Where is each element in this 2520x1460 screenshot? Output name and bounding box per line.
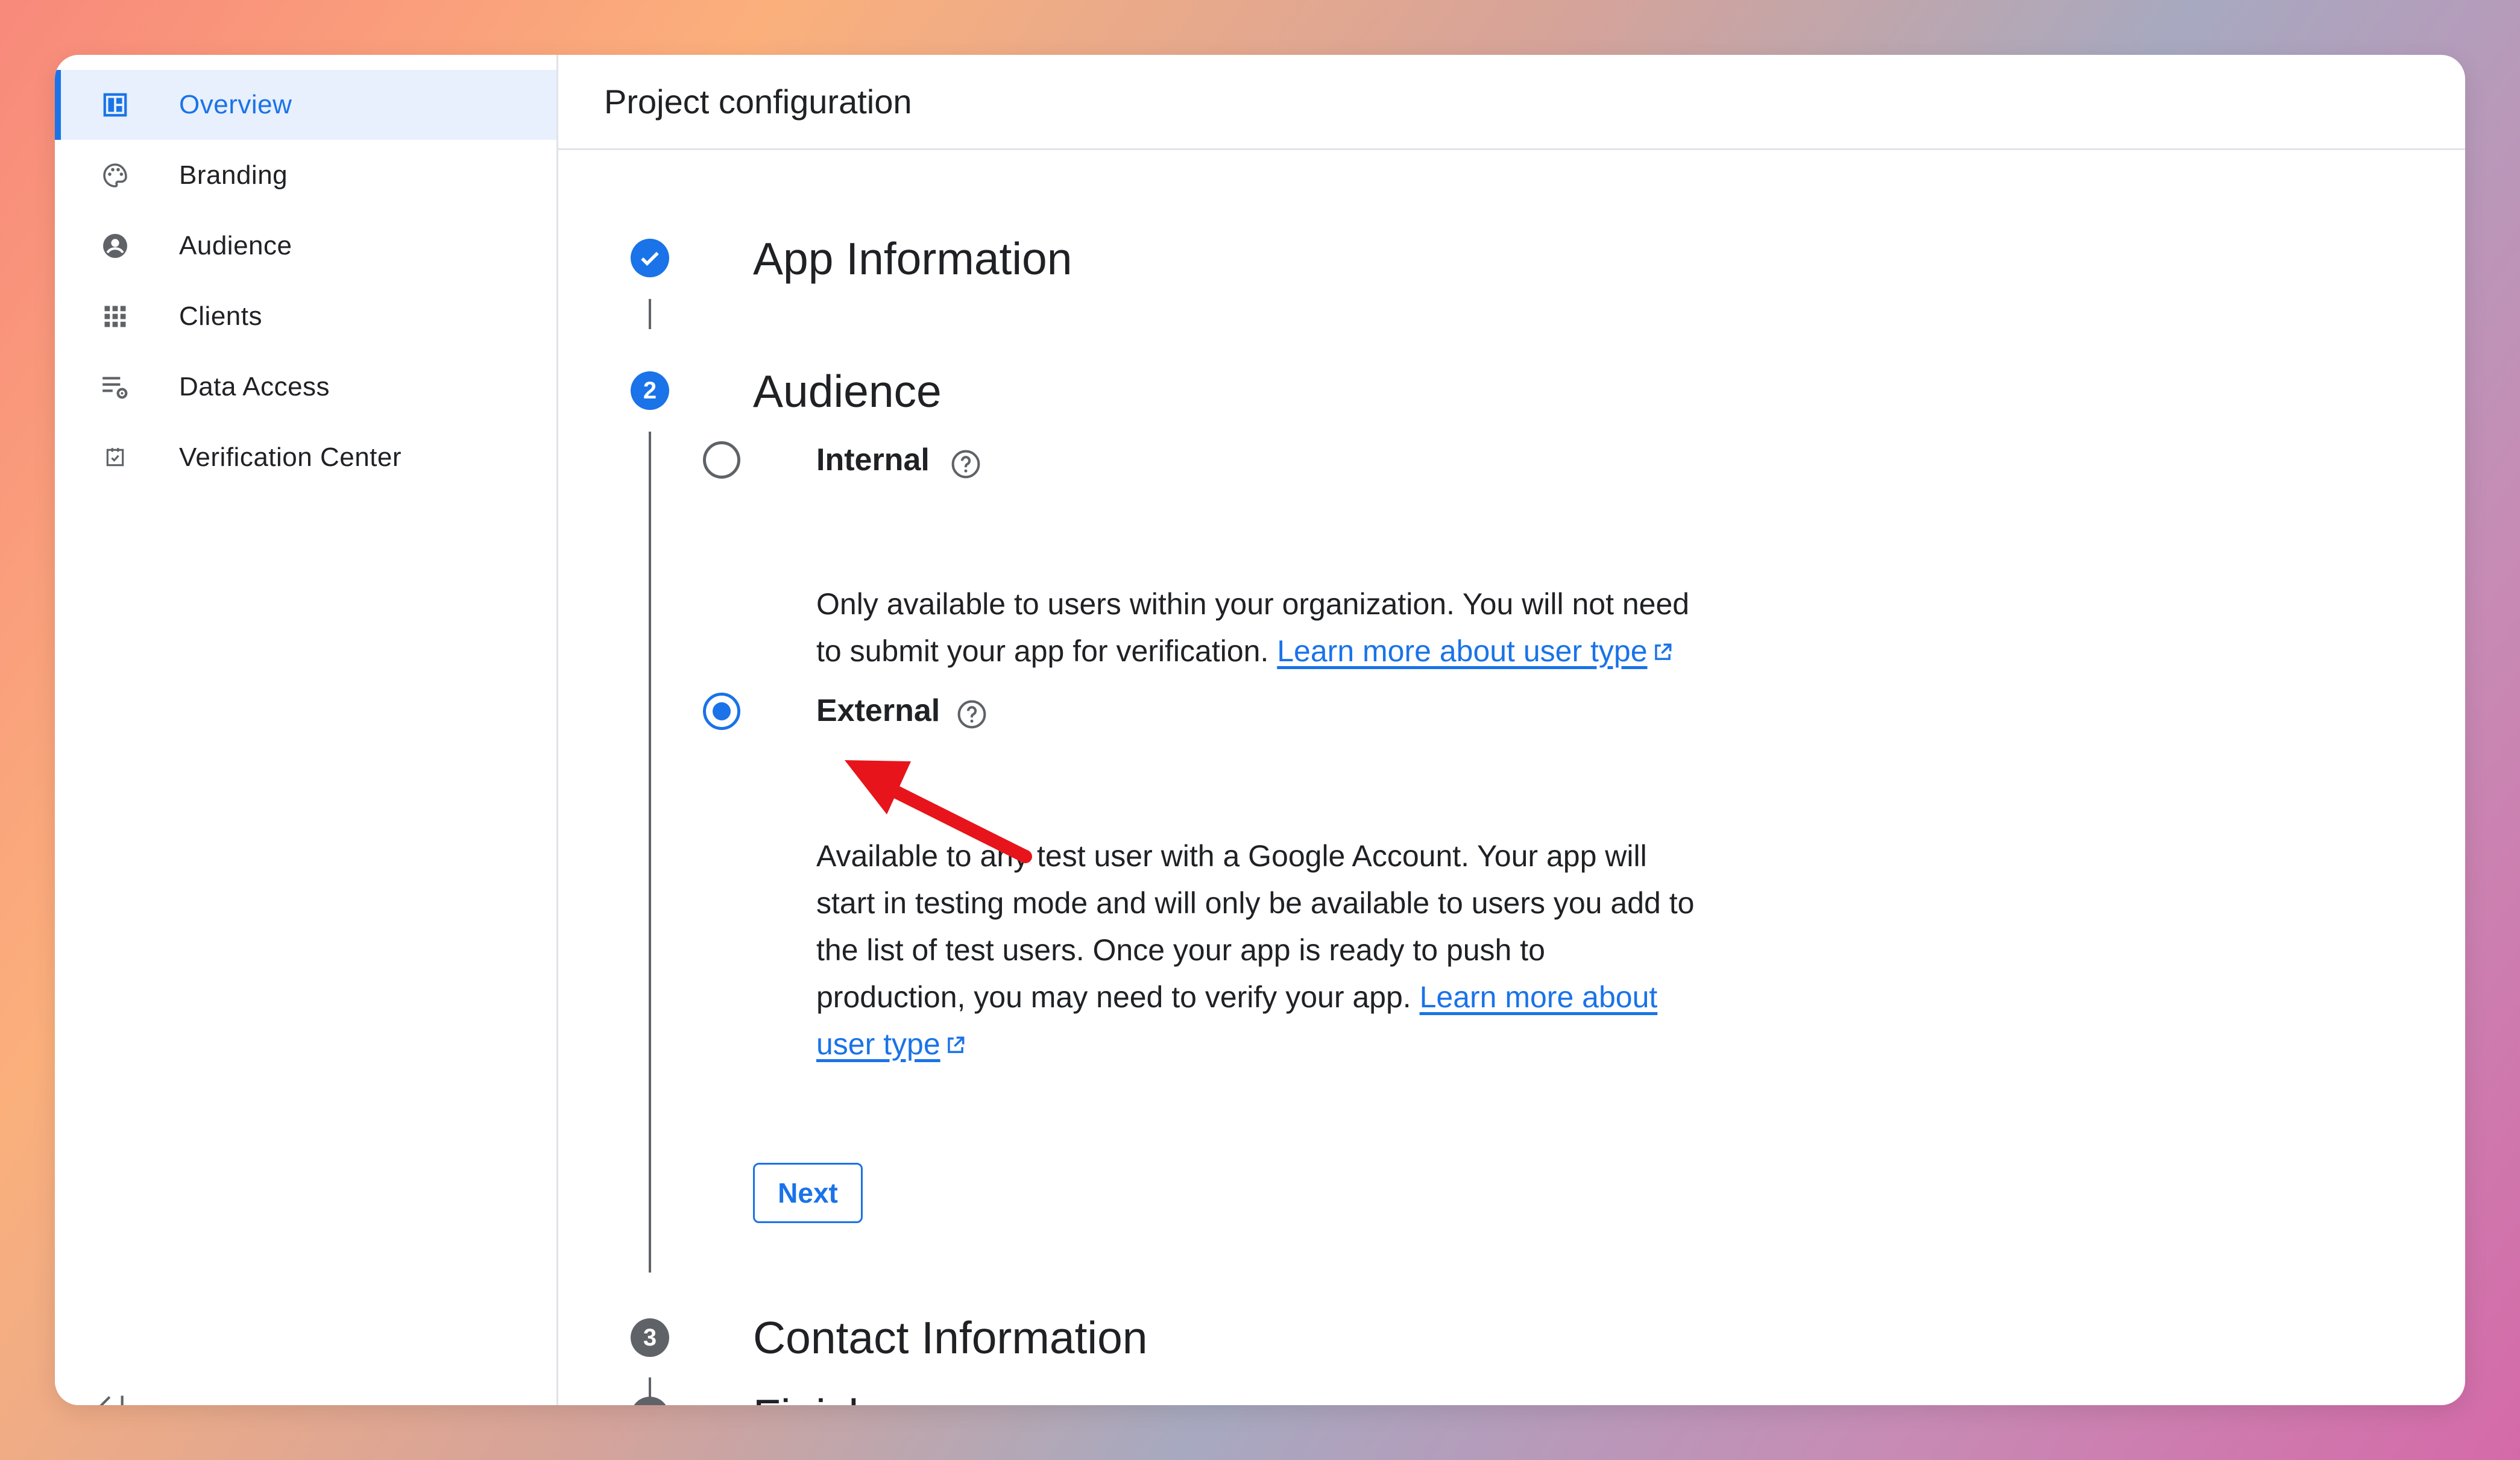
dashboard-icon	[100, 90, 130, 120]
step-number-badge: 2	[631, 371, 669, 410]
sidebar-item-label: Verification Center	[179, 442, 402, 472]
step-title-contact-information[interactable]: Contact Information	[753, 1312, 1148, 1364]
step-title-audience[interactable]: Audience	[753, 365, 942, 417]
learn-more-link[interactable]: Learn more about user type	[1277, 634, 1674, 668]
page-header: Project configuration	[558, 55, 2465, 150]
help-icon[interactable]	[950, 448, 982, 480]
sidebar: Overview Branding Audience Clients Data …	[55, 55, 558, 1405]
internal-description: Only available to users within your orga…	[816, 581, 1696, 675]
verified-check-icon	[100, 442, 130, 473]
next-button[interactable]: Next	[753, 1163, 863, 1223]
step-number-badge: 4	[631, 1397, 669, 1405]
external-link-icon	[1651, 630, 1674, 660]
app-window: Overview Branding Audience Clients Data …	[55, 55, 2465, 1405]
external-link-icon	[944, 1023, 967, 1053]
sidebar-item-label: Overview	[179, 90, 292, 119]
sidebar-item-overview[interactable]: Overview	[55, 70, 556, 140]
sidebar-item-data-access[interactable]: Data Access	[55, 352, 556, 422]
internal-label[interactable]: Internal	[816, 442, 930, 478]
collapse-sidebar-icon[interactable]	[97, 1391, 127, 1405]
sidebar-item-label: Branding	[179, 160, 288, 190]
step-title-finish[interactable]: Finish	[753, 1389, 874, 1405]
step-title-app-information[interactable]: App Information	[753, 233, 1072, 285]
internal-radio[interactable]	[703, 441, 740, 479]
external-radio[interactable]	[703, 693, 740, 730]
sidebar-item-label: Audience	[179, 231, 292, 260]
step-number-badge: 3	[631, 1318, 669, 1357]
step-connector	[649, 299, 651, 329]
sidebar-item-audience[interactable]: Audience	[55, 211, 556, 281]
palette-icon	[100, 160, 130, 190]
data-settings-icon	[100, 372, 130, 402]
sidebar-item-branding[interactable]: Branding	[55, 140, 556, 210]
sidebar-item-label: Data Access	[179, 372, 330, 401]
sidebar-item-label: Clients	[179, 301, 262, 331]
sidebar-item-clients[interactable]: Clients	[55, 282, 556, 351]
account-circle-icon	[100, 231, 130, 261]
step-complete-icon	[631, 239, 669, 277]
apps-grid-icon	[100, 301, 130, 332]
annotation-arrow-icon	[845, 760, 1032, 863]
step-connector	[649, 432, 651, 1273]
page-title: Project configuration	[604, 83, 912, 121]
sidebar-item-verification-center[interactable]: Verification Center	[55, 423, 556, 492]
